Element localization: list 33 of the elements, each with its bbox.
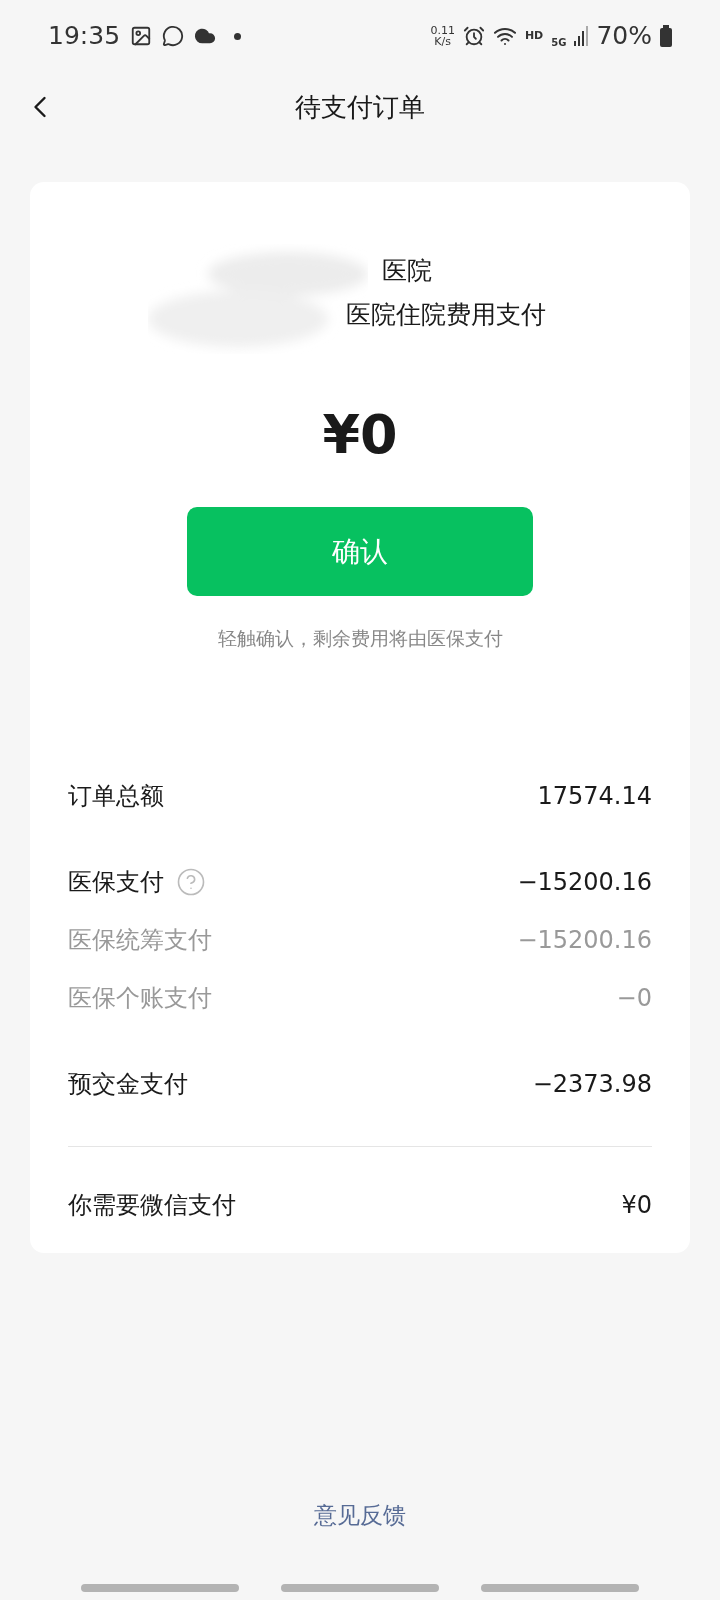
payment-description: 医院住院费用支付 [346, 299, 546, 331]
amount-value: −15200.16 [517, 924, 652, 956]
alarm-icon [462, 25, 485, 47]
hd-label: HD [524, 27, 544, 44]
chat-icon [162, 25, 185, 47]
feedback-link[interactable]: 意见反馈 [314, 1497, 406, 1532]
amount-value: −15200.16 [517, 866, 652, 898]
confirm-hint: 轻触确认，剩余费用将由医保支付 [217, 626, 503, 651]
help-icon[interactable] [176, 866, 206, 897]
hospital-name: 医院 [382, 255, 432, 287]
nav-handle[interactable] [81, 1584, 239, 1592]
network-label: 5G [551, 36, 567, 51]
total-value: ¥0 [621, 1189, 652, 1221]
amount-value: −2373.98 [532, 1068, 652, 1100]
amount-value: 17574.14 [537, 780, 652, 812]
amount-label: 医保统筹支付 [68, 924, 212, 956]
amount-value: −0 [616, 982, 652, 1014]
page-title: 待支付订单 [295, 90, 425, 124]
signal-icon [574, 26, 589, 46]
net-speed-unit: K/s [434, 36, 451, 47]
amount-label: 预交金支付 [68, 1068, 188, 1100]
battery-percent: 70% [596, 20, 652, 53]
nav-handle[interactable] [281, 1584, 439, 1592]
amount-label: 订单总额 [68, 780, 164, 812]
amount-label: 医保个账支付 [68, 982, 212, 1014]
image-icon [130, 25, 153, 47]
total-label: 你需要微信支付 [68, 1189, 236, 1221]
status-time: 19:35 [48, 20, 121, 53]
amount-label: 医保支付 [68, 866, 164, 898]
nav-handle[interactable] [481, 1584, 639, 1592]
amount: ¥0 [322, 402, 398, 468]
battery-icon [660, 25, 672, 47]
net-speed-value: 0.11 [430, 25, 455, 36]
